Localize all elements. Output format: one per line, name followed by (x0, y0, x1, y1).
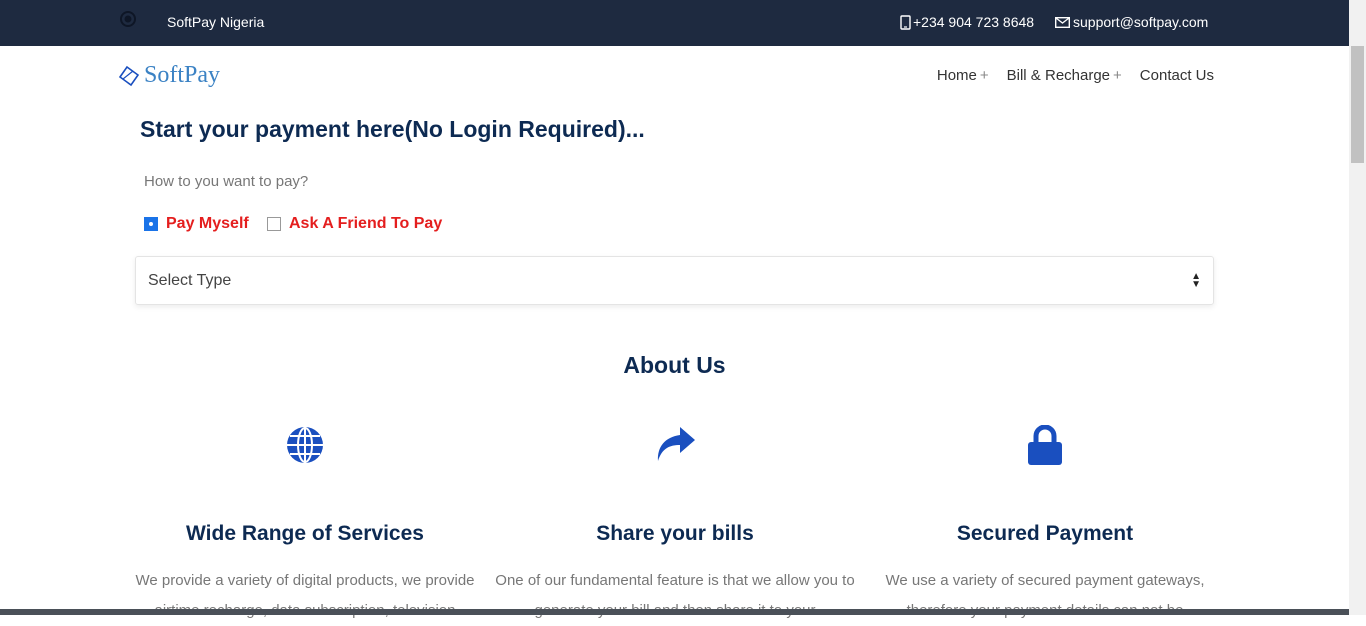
about-heading: About Us (623, 352, 726, 378)
nav-contact[interactable]: Contact Us (1140, 67, 1214, 84)
main-nav: SoftPay Home + Bill & Recharge + Contact U… (0, 46, 1349, 110)
lock-icon (1028, 425, 1062, 465)
bottom-edge (0, 609, 1349, 615)
feature-text: We use a variety of secured payment gate… (885, 572, 1205, 619)
feature-title: Share your bills (596, 522, 754, 545)
email-contact[interactable]: support@softpay.com (1055, 14, 1208, 30)
option-pay-myself[interactable]: Pay Myself (144, 215, 249, 233)
top-bar: SoftPay Nigeria +234 904 723 8648 suppor… (0, 0, 1349, 46)
nav-contact-label: Contact Us (1139, 67, 1214, 84)
feature-title: Wide Range of Services (186, 522, 424, 545)
feature-text: One of our fundamental feature is that w… (495, 572, 855, 619)
phone-icon (900, 14, 911, 30)
page-title: Start your payment here(No Login Require… (140, 116, 645, 142)
type-select[interactable]: Select Type ▲ ▼ (135, 256, 1214, 305)
logo-icon (118, 65, 140, 86)
plus-icon: + (1113, 67, 1122, 84)
option-ask-friend[interactable]: Ask A Friend To Pay (267, 215, 442, 233)
email-address: support@softpay.com (1073, 14, 1209, 30)
phone-number: +234 904 723 8648 (913, 14, 1035, 30)
plus-icon: + (979, 67, 989, 84)
option-label: Pay Myself (166, 215, 249, 232)
feature-title: Secured Payment (956, 522, 1134, 545)
share-icon (657, 427, 695, 461)
globe-icon (287, 427, 323, 463)
logo-text: SoftPay (144, 62, 221, 88)
nav-home[interactable]: Home + (937, 67, 989, 84)
envelope-icon (1055, 16, 1070, 28)
feature-services: Wide Range of Services We provide a vari… (120, 425, 490, 626)
checkbox-pay-myself[interactable] (144, 217, 158, 231)
logo[interactable]: SoftPay (118, 62, 220, 89)
feature-share: Share your bills One of our fundamental … (490, 425, 860, 626)
scrollbar[interactable] (1349, 0, 1366, 615)
phone-contact[interactable]: +234 904 723 8648 (900, 14, 1034, 30)
select-caret-icon: ▲ ▼ (1191, 271, 1201, 290)
checkbox-ask-friend[interactable] (267, 217, 281, 231)
option-label: Ask A Friend To Pay (289, 215, 443, 232)
nav-home-label: Home (936, 67, 977, 84)
brand-name: SoftPay Nigeria (167, 14, 265, 30)
payment-prompt: How to you want to pay? (144, 173, 309, 190)
menu: Home + Bill & Recharge + Contact Us (937, 67, 1214, 84)
nav-bill-recharge[interactable]: Bill & Recharge + (1007, 67, 1122, 84)
select-value: Select Type (148, 272, 232, 289)
feature-secure: Secured Payment We use a variety of secu… (860, 425, 1230, 626)
nav-bill-label: Bill & Recharge (1006, 67, 1111, 84)
radio-icon (120, 11, 136, 27)
scrollbar-thumb[interactable] (1351, 46, 1364, 163)
feature-text: We provide a variety of digital products… (135, 572, 475, 619)
